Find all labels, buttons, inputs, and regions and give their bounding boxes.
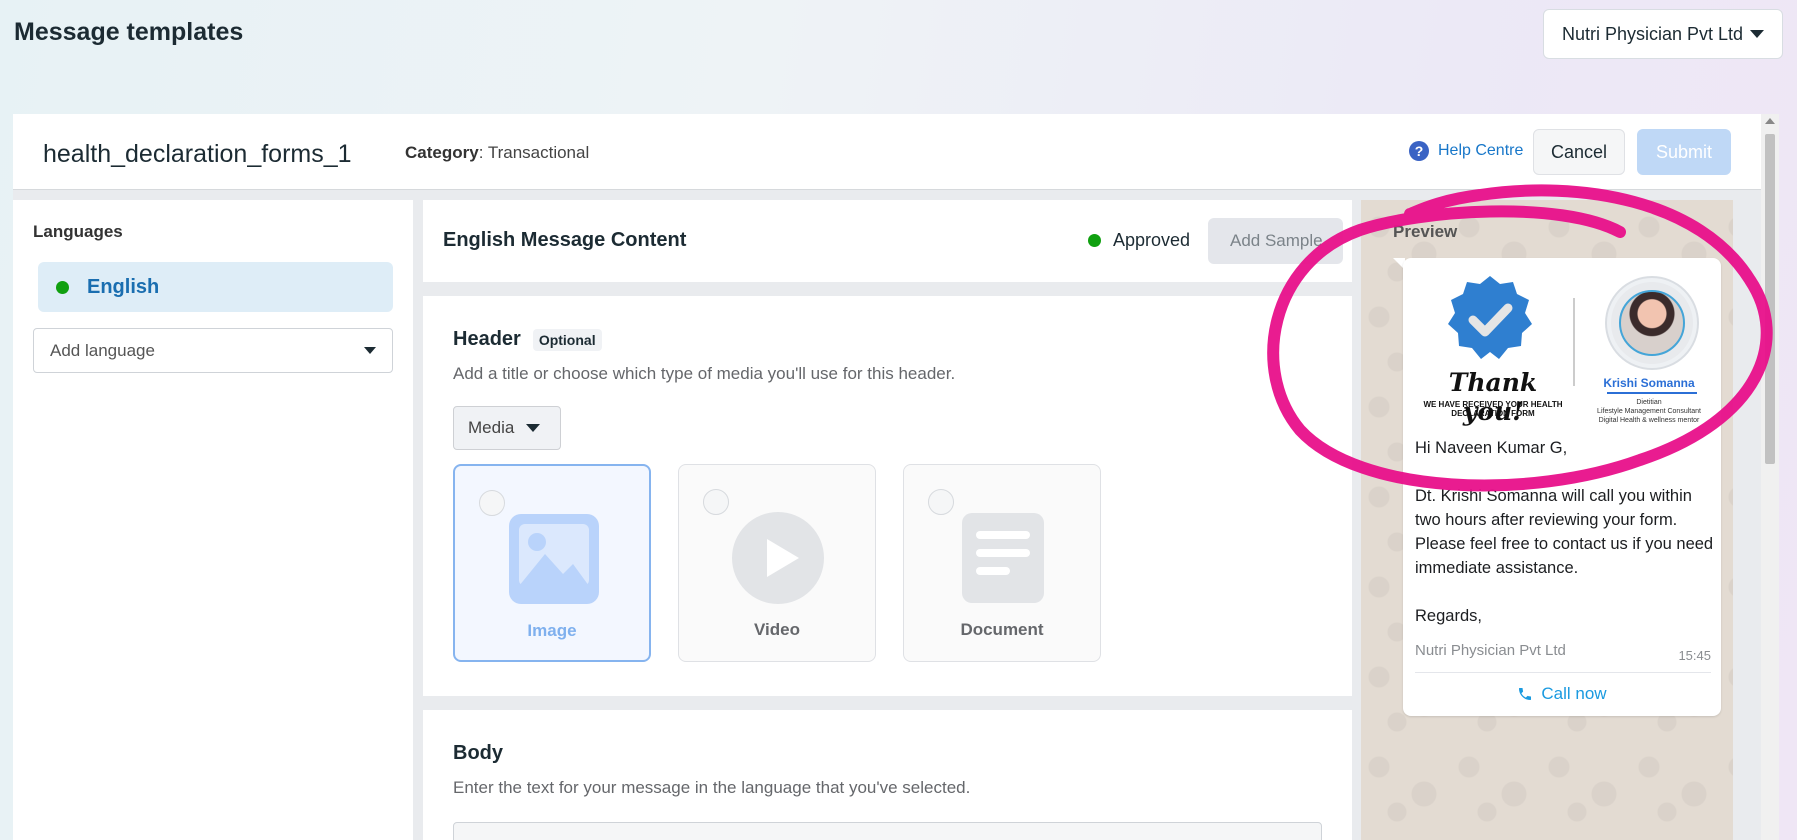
preview-message-body: Hi Naveen Kumar G, Dt. Krishi Somanna wi… <box>1415 436 1715 652</box>
thank-sub-text: WE HAVE RECEIVED YOUR HEALTH DECLARATION… <box>1423 400 1563 418</box>
avatar <box>1607 278 1697 368</box>
add-sample-button[interactable]: Add Sample <box>1208 218 1343 264</box>
message-preview-bubble: Thank you! WE HAVE RECEIVED YOUR HEALTH … <box>1403 258 1721 716</box>
preview-greeting: Hi Naveen Kumar G, <box>1415 439 1568 457</box>
preview-footer: Nutri Physician Pvt Ltd <box>1415 642 1566 659</box>
media-option-label: Image <box>527 621 577 640</box>
category-label: Category <box>405 143 479 162</box>
languages-column: Languages English Add language <box>13 200 413 840</box>
media-option-label: Document <box>960 620 1044 639</box>
person-name: Krishi Somanna <box>1603 376 1695 390</box>
message-content-header: English Message Content Approved Add Sam… <box>423 200 1352 282</box>
category-value: : Transactional <box>478 143 590 162</box>
header-description: Add a title or choose which type of medi… <box>453 364 956 383</box>
radio-button[interactable] <box>703 489 729 515</box>
call-now-button[interactable]: Call now <box>1403 684 1721 704</box>
preview-regards: Regards, <box>1415 607 1482 625</box>
call-now-label: Call now <box>1541 684 1607 703</box>
media-type-select[interactable]: Media <box>453 406 561 450</box>
status-badge: Approved <box>1088 230 1190 251</box>
preview-divider <box>1415 672 1711 673</box>
add-language-placeholder: Add language <box>50 340 155 360</box>
scrollbar-thumb[interactable] <box>1765 134 1775 464</box>
body-text-input[interactable] <box>453 822 1322 840</box>
help-centre-link[interactable]: ? Help Centre <box>1409 141 1523 161</box>
add-language-dropdown[interactable]: Add language <box>33 328 393 373</box>
help-centre-label: Help Centre <box>1438 142 1524 159</box>
content-title: English Message Content <box>443 229 687 251</box>
preview-column: Preview Thank you! WE HAVE RECEIVED YOUR… <box>1361 200 1733 840</box>
body-description: Enter the text for your message in the l… <box>453 778 971 797</box>
body-title: Body <box>453 742 503 764</box>
media-option-video[interactable]: Video <box>678 464 876 662</box>
optional-badge: Optional <box>532 328 602 351</box>
avatar-photo <box>1619 290 1685 356</box>
media-option-document[interactable]: Document <box>903 464 1101 662</box>
template-category: Category: Transactional <box>405 143 589 163</box>
preview-timestamp: 15:45 <box>1678 648 1711 663</box>
phone-icon <box>1519 688 1532 700</box>
document-icon <box>962 513 1044 603</box>
verified-badge-icon <box>1448 276 1532 359</box>
languages-title: Languages <box>33 222 123 241</box>
radio-button[interactable] <box>928 489 954 515</box>
cancel-button[interactable]: Cancel <box>1533 129 1625 175</box>
question-circle-icon: ? <box>1409 141 1429 161</box>
chevron-down-icon <box>1750 30 1764 38</box>
submit-button[interactable]: Submit <box>1637 129 1731 175</box>
preview-header-image: Thank you! WE HAVE RECEIVED YOUR HEALTH … <box>1413 268 1711 426</box>
media-select-value: Media <box>468 418 515 437</box>
chevron-down-icon <box>526 424 541 432</box>
editor-header: health_declaration_forms_1 Category: Tra… <box>13 114 1761 190</box>
image-icon <box>509 514 599 604</box>
media-option-image[interactable]: Image <box>453 464 651 662</box>
radio-button[interactable] <box>479 490 505 516</box>
media-option-label: Video <box>754 620 800 639</box>
language-label: English <box>87 275 160 298</box>
body-section: Body Enter the text for your message in … <box>423 710 1352 840</box>
scroll-up-arrow-icon[interactable] <box>1765 118 1775 124</box>
status-dot-icon <box>56 280 69 294</box>
account-selector[interactable]: Nutri Physician Pvt Ltd <box>1543 9 1783 59</box>
name-underline <box>1607 392 1697 394</box>
chevron-down-icon <box>364 347 376 354</box>
preview-title: Preview <box>1393 222 1458 241</box>
header-section: Header Optional Add a title or choose wh… <box>423 296 1352 696</box>
header-title: Header <box>453 328 521 350</box>
page-title: Message templates <box>14 18 244 46</box>
preview-body-text: Dt. Krishi Somanna will call you within … <box>1415 487 1714 577</box>
account-name: Nutri Physician Pvt Ltd <box>1562 23 1744 44</box>
approved-dot-icon <box>1088 234 1101 247</box>
play-icon <box>732 512 824 604</box>
status-label: Approved <box>1113 230 1191 250</box>
template-editor-panel: health_declaration_forms_1 Category: Tra… <box>13 114 1761 840</box>
person-description: Dietitian Lifestyle Management Consultan… <box>1597 399 1701 424</box>
header-section-title: Header Optional <box>453 328 602 351</box>
image-divider <box>1573 298 1575 386</box>
page-scrollbar[interactable] <box>1761 114 1779 840</box>
language-item-english[interactable]: English <box>38 262 393 312</box>
template-name: health_declaration_forms_1 <box>43 140 352 168</box>
